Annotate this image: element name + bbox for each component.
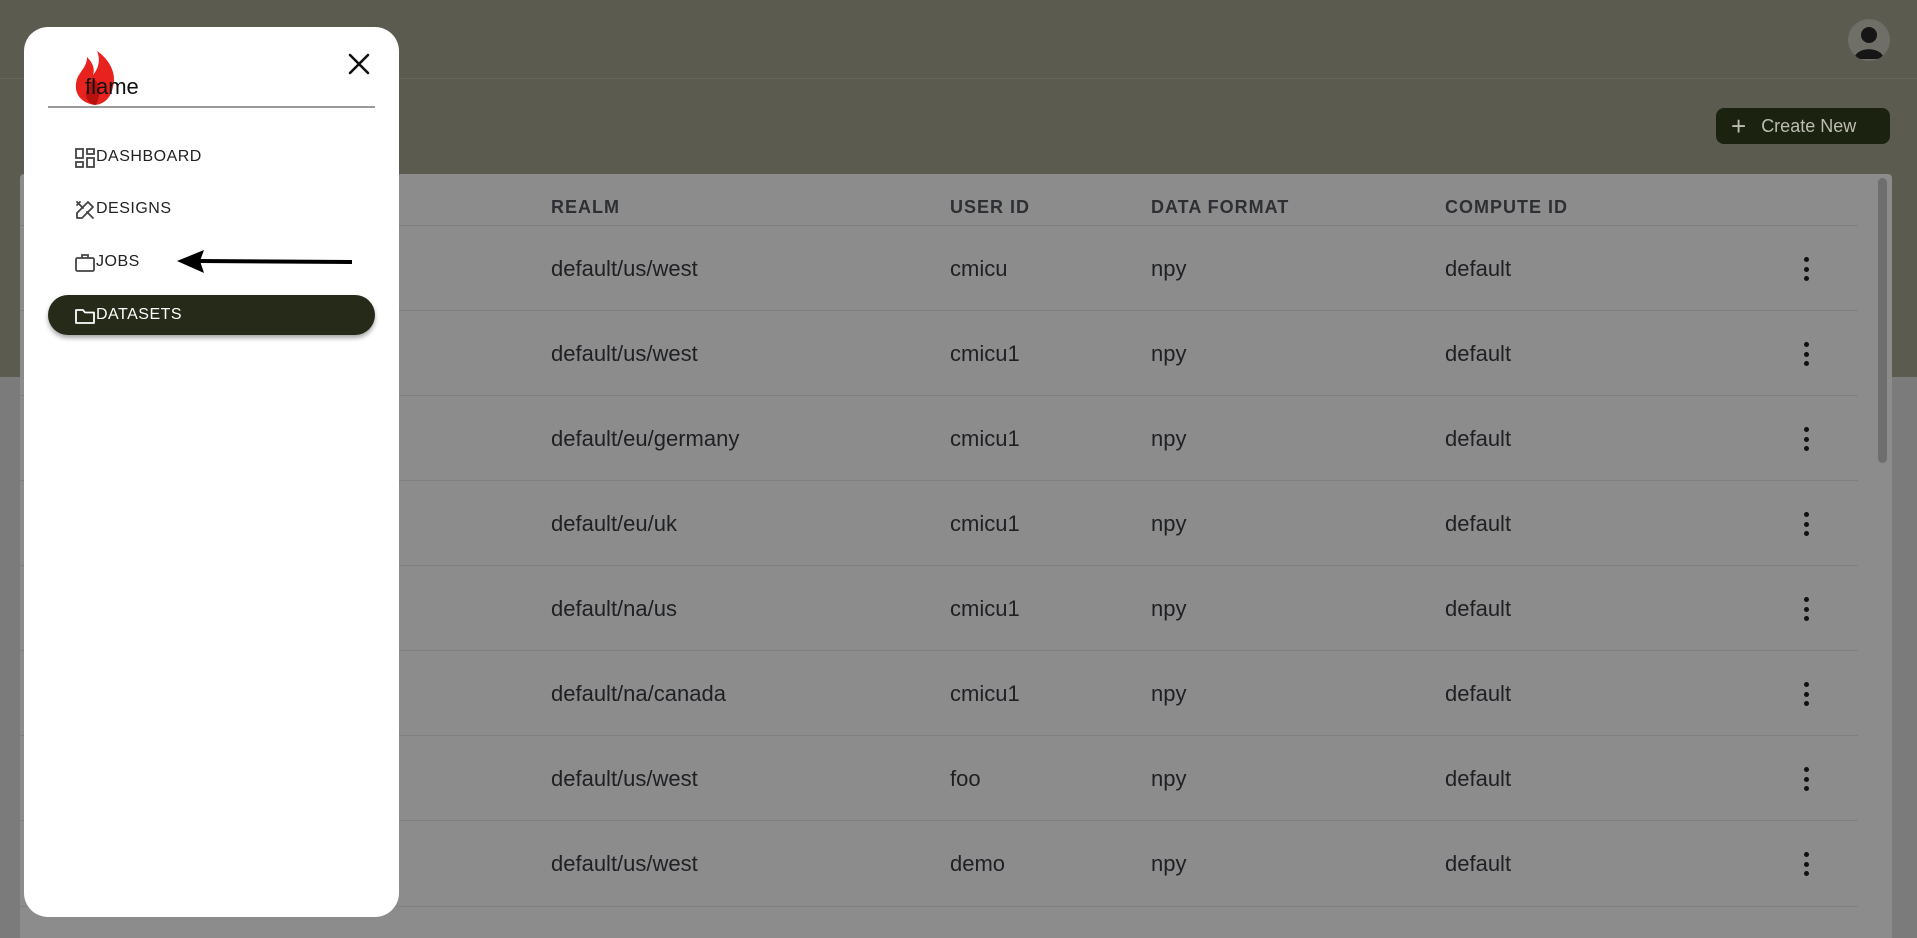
column-header-data-format[interactable]: DATA FORMAT [1151,197,1289,218]
more-vertical-icon[interactable] [1803,852,1809,876]
cell-user-id: cmicu1 [950,341,1020,366]
cell-data-format: npy [1151,681,1187,706]
sidebar-item-designs[interactable]: DESIGNS [48,189,375,229]
arrow-left-icon [177,250,352,273]
cell-realm: default/na/canada [551,681,726,706]
cell-compute-id: default [1445,426,1512,451]
cell-user-id: cmicu1 [950,511,1020,536]
cell-data-format: npy [1151,256,1187,281]
cell-compute-id: default [1445,681,1512,706]
cell-user-id: cmicu [950,256,1008,281]
cell-data-format: npy [1151,851,1187,876]
dashboard-icon [75,148,95,168]
cell-realm: default/us/west [551,256,698,281]
design-tools-icon [76,201,94,219]
create-new-label: Create New [1761,115,1857,136]
sidebar-item-dashboard[interactable]: DASHBOARD [48,137,375,177]
cell-data-format: npy [1151,426,1187,451]
folder-icon [75,309,95,324]
cell-user-id: foo [950,766,981,791]
sidebar-item-label: DATASETS [96,306,183,323]
cell-compute-id: default [1445,256,1512,281]
cell-realm: default/eu/germany [551,426,740,451]
cell-compute-id: default [1445,851,1512,876]
table-scrollbar-thumb[interactable] [1878,178,1887,463]
cell-data-format: npy [1151,511,1187,536]
more-vertical-icon[interactable] [1803,257,1809,281]
more-vertical-icon[interactable] [1803,767,1809,791]
sidebar-item-label: DESIGNS [96,200,172,217]
more-vertical-icon[interactable] [1803,427,1809,451]
cell-data-format: npy [1151,596,1187,621]
more-vertical-icon[interactable] [1803,682,1809,706]
cell-compute-id: default [1445,596,1512,621]
cell-realm: default/us/west [551,341,698,366]
cell-user-id: cmicu1 [950,426,1020,451]
cell-realm: default/eu/uk [551,511,677,536]
sidebar-item-label: DASHBOARD [96,148,202,165]
cell-user-id: demo [950,851,1006,876]
cell-compute-id: default [1445,511,1512,536]
cell-user-id: cmicu1 [950,681,1020,706]
user-avatar-icon[interactable] [1848,19,1890,61]
create-new-button[interactable]: + Create New [1716,108,1890,144]
column-header-realm[interactable]: REALM [551,197,620,218]
column-header-user-id[interactable]: USER ID [950,197,1030,218]
cell-data-format: npy [1151,341,1187,366]
plus-icon: + [1731,111,1747,141]
cell-compute-id: default [1445,766,1512,791]
briefcase-icon [75,254,95,272]
drawer-divider [48,106,375,108]
logo-text: flame [85,74,139,99]
close-icon[interactable] [344,49,374,79]
more-vertical-icon[interactable] [1803,512,1809,536]
cell-realm: default/na/us [551,596,677,621]
cell-realm: default/us/west [551,766,698,791]
sidebar-item-datasets[interactable]: DATASETS [48,295,375,335]
cell-user-id: cmicu1 [950,596,1020,621]
cell-realm: default/us/west [551,851,698,876]
sidebar-item-label: JOBS [96,253,140,270]
cell-compute-id: default [1445,341,1512,366]
column-header-compute-id[interactable]: COMPUTE ID [1445,197,1568,218]
more-vertical-icon[interactable] [1803,597,1809,621]
cell-data-format: npy [1151,766,1187,791]
more-vertical-icon[interactable] [1803,342,1809,366]
navigation-drawer: flame DASHBOARD DESIGNS JOBS DATASETS [24,27,399,917]
